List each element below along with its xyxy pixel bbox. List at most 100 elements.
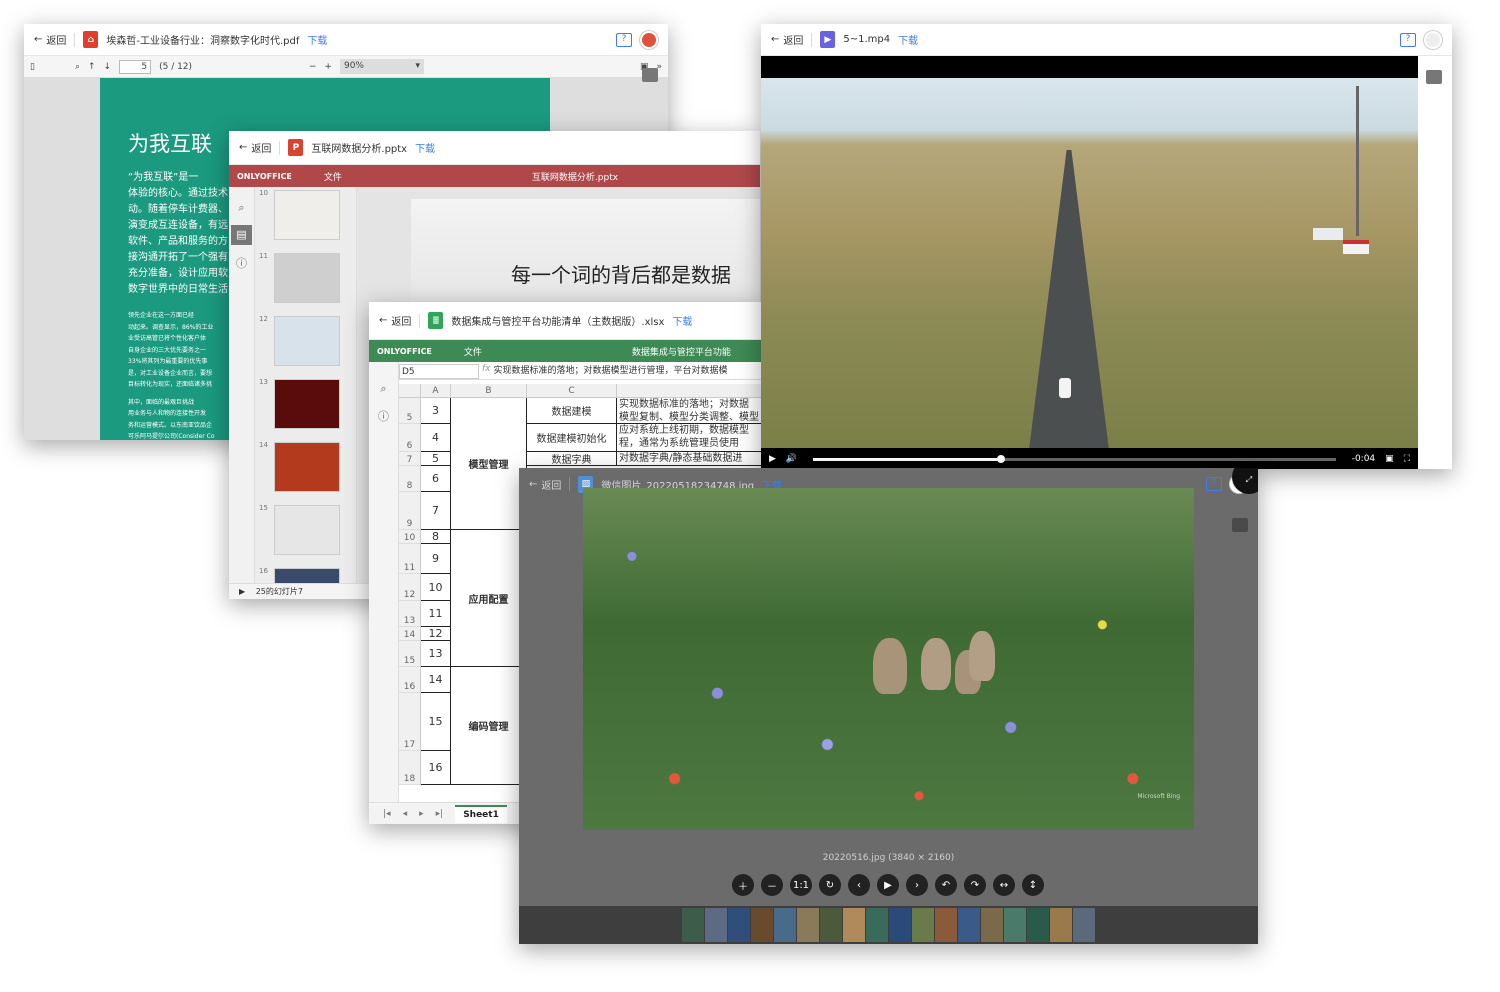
file-menu[interactable]: 文件 <box>324 170 342 183</box>
next-sheet-icon[interactable]: ▸ <box>419 809 424 819</box>
sheet-tab[interactable]: Sheet1 <box>455 804 507 823</box>
comment-icon[interactable] <box>1426 70 1442 84</box>
group-cell[interactable]: 应用配置 <box>451 530 527 667</box>
thumbnail[interactable] <box>1073 908 1095 942</box>
play-icon[interactable]: ▶ <box>239 587 245 596</box>
thumbnail[interactable] <box>866 908 888 942</box>
play-slideshow-button[interactable]: ▶ <box>877 874 899 896</box>
seek-handle[interactable] <box>997 454 1006 463</box>
cell-a[interactable]: 4 <box>421 424 451 452</box>
slide-thumbnail-item[interactable]: 11 <box>255 250 356 313</box>
row-header[interactable]: 13 <box>399 601 421 627</box>
row-header[interactable]: 11 <box>399 544 421 574</box>
row-header[interactable]: 17 <box>399 693 421 751</box>
back-button[interactable]: ← 返回 <box>379 313 411 328</box>
row-header[interactable]: 9 <box>399 492 421 530</box>
cell-a[interactable]: 14 <box>421 667 451 693</box>
row-header[interactable]: 8 <box>399 466 421 492</box>
picture-in-picture-icon[interactable]: ▣ <box>1385 454 1394 464</box>
row-header[interactable]: 14 <box>399 627 421 641</box>
slide-thumbnail[interactable] <box>275 443 339 491</box>
cell-a[interactable]: 10 <box>421 574 451 601</box>
actual-size-button[interactable]: 1:1 <box>790 874 812 896</box>
cell-a[interactable]: 16 <box>421 751 451 785</box>
help-icon[interactable]: ? <box>616 33 632 47</box>
slide-thumbnail-item[interactable]: 13 <box>255 376 356 439</box>
next-image-button[interactable]: › <box>906 874 928 896</box>
thumbnail[interactable] <box>774 908 796 942</box>
corner-cell[interactable] <box>399 384 421 397</box>
search-icon[interactable]: ⌕ <box>229 201 254 215</box>
seek-bar[interactable] <box>813 454 1336 463</box>
group-cell[interactable]: 编码管理 <box>451 667 527 785</box>
fullscreen-icon[interactable]: ⛶ <box>1404 454 1410 464</box>
reset-button[interactable]: ↻ <box>819 874 841 896</box>
thumbnail[interactable] <box>751 908 773 942</box>
arrow-up-icon[interactable]: ↑ <box>88 62 96 72</box>
cell-a[interactable]: 13 <box>421 641 451 667</box>
slide-thumbnail-item[interactable]: 16 <box>255 565 356 583</box>
row-header[interactable]: 12 <box>399 574 421 601</box>
prev-image-button[interactable]: ‹ <box>848 874 870 896</box>
back-button[interactable]: ← 返回 <box>771 32 803 47</box>
zoom-in-button[interactable]: ＋ <box>732 874 754 896</box>
download-link[interactable]: 下载 <box>415 140 435 155</box>
row-header[interactable]: 5 <box>399 398 421 424</box>
thumbnail[interactable] <box>682 908 704 942</box>
slide-thumbnail[interactable] <box>275 569 339 583</box>
zoom-select[interactable]: 90% ▾ <box>339 59 424 74</box>
cell-a[interactable]: 6 <box>421 466 451 492</box>
avatar[interactable] <box>1424 31 1442 49</box>
sidebar-toggle-icon[interactable]: ▯ <box>30 62 35 72</box>
row-header[interactable]: 6 <box>399 424 421 452</box>
thumbnail[interactable] <box>912 908 934 942</box>
cell-a[interactable]: 15 <box>421 693 451 751</box>
flip-horizontal-button[interactable]: ↔ <box>993 874 1015 896</box>
flip-vertical-button[interactable]: ↕ <box>1022 874 1044 896</box>
cell-a[interactable]: 3 <box>421 398 451 424</box>
cell-a[interactable]: 12 <box>421 627 451 641</box>
cell-a[interactable]: 7 <box>421 492 451 530</box>
slide-thumbnail[interactable] <box>275 380 339 428</box>
comment-icon[interactable] <box>1232 518 1248 532</box>
row-header[interactable]: 18 <box>399 751 421 785</box>
avatar[interactable] <box>640 31 658 49</box>
download-link[interactable]: 下载 <box>672 313 692 328</box>
formula-input[interactable]: 实现数据标准的落地；对数据模型进行管理，平台对数据模 <box>494 364 728 379</box>
download-link[interactable]: 下载 <box>898 32 918 47</box>
slide-thumbnail-item[interactable]: 10 <box>255 187 356 250</box>
thumbnail[interactable] <box>1050 908 1072 942</box>
cell-a[interactable]: 8 <box>421 530 451 544</box>
volume-icon[interactable]: 🔊 <box>786 454 797 464</box>
cell-d[interactable]: 对数据字典/静态基础数据进 <box>617 452 762 466</box>
download-link[interactable]: 下载 <box>307 32 327 47</box>
page-number-input[interactable]: 5 <box>119 59 152 74</box>
slide-thumbnail-item[interactable]: 14 <box>255 439 356 502</box>
zoom-out-button[interactable]: － <box>761 874 783 896</box>
thumbnail[interactable] <box>728 908 750 942</box>
cell-a[interactable]: 5 <box>421 452 451 466</box>
thumbnail[interactable] <box>705 908 727 942</box>
thumbnail[interactable] <box>1004 908 1026 942</box>
play-icon[interactable]: ▶ <box>769 454 776 464</box>
thumbnail[interactable] <box>981 908 1003 942</box>
slide-thumbnail-item[interactable]: 15 <box>255 502 356 565</box>
slide-thumbnail[interactable] <box>275 254 339 302</box>
search-icon[interactable]: ⌕ <box>75 62 80 72</box>
file-menu[interactable]: 文件 <box>464 345 482 358</box>
cell-c[interactable]: 数据建模 <box>527 398 617 424</box>
zoom-in-icon[interactable]: + <box>324 62 332 72</box>
comment-icon[interactable] <box>642 68 658 82</box>
search-icon[interactable]: ⌕ <box>369 382 398 396</box>
slide-thumbnail[interactable] <box>275 506 339 554</box>
cell-a[interactable]: 11 <box>421 601 451 627</box>
back-button[interactable]: ← 返回 <box>529 477 561 492</box>
help-icon[interactable]: ? <box>1206 477 1222 491</box>
thumbnail[interactable] <box>1027 908 1049 942</box>
rotate-right-button[interactable]: ↷ <box>964 874 986 896</box>
first-sheet-icon[interactable]: |◂ <box>383 809 391 819</box>
thumbnail[interactable] <box>843 908 865 942</box>
column-header[interactable]: C <box>527 384 617 397</box>
thumbnail[interactable] <box>797 908 819 942</box>
info-icon[interactable]: ⓘ <box>369 408 398 424</box>
